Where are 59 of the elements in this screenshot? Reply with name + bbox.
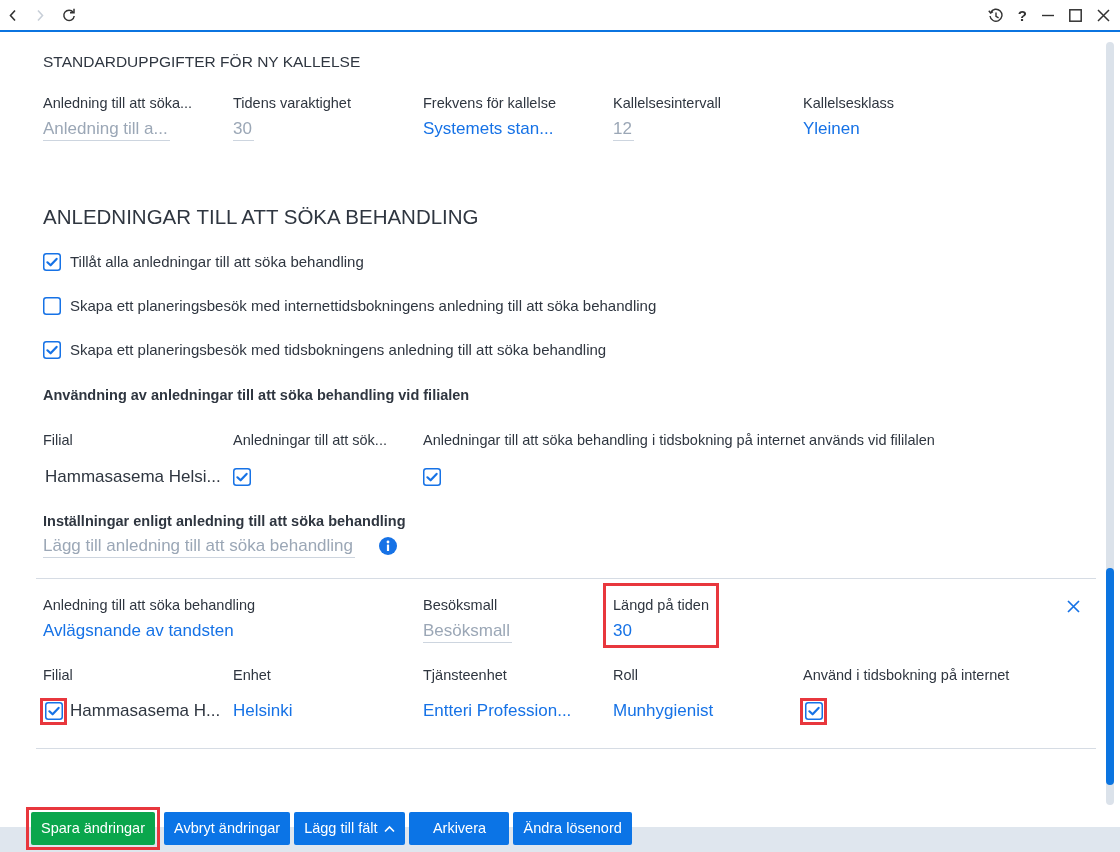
subsection-title: Inställningar enligt anledning till att söka behandling — [43, 512, 407, 531]
chevron-up-icon — [384, 824, 396, 833]
column-header: Tjänsteenhet — [423, 666, 508, 685]
input-field[interactable]: Besöksmall — [423, 619, 512, 643]
history-icon[interactable] — [987, 7, 1003, 23]
input-field[interactable]: 30 — [233, 117, 254, 141]
field-value[interactable]: Systemets stan... — [423, 117, 554, 141]
field-label: Besöksmall — [423, 596, 499, 615]
table-cell-text: Hammasasema H... — [70, 700, 221, 723]
action-button[interactable]: Lägg till fält — [294, 812, 406, 845]
field-label: Anledning till att söka behandling — [43, 596, 256, 615]
table-cell-text: Hammasasema Helsi... — [44, 467, 221, 487]
maximize-icon[interactable] — [1069, 8, 1082, 22]
table-link[interactable]: Helsinki — [233, 701, 293, 721]
back-icon[interactable] — [8, 8, 18, 22]
field-label: Frekvens för kallelse — [423, 94, 557, 113]
action-button[interactable]: Ändra lösenord — [513, 812, 632, 845]
checkbox[interactable] — [804, 702, 823, 720]
column-header: Filial — [43, 431, 74, 450]
field-label: Anledning till att söka... — [43, 94, 194, 113]
checkbox[interactable] — [44, 702, 63, 720]
field-label: Längd på tiden — [613, 596, 709, 615]
column-header: Anledningar till att söka behandling i tidsbokning på internet används vid fililalen — [423, 431, 936, 450]
section-title: ANLEDNINGAR TILL ATT SÖKA BEHANDLING — [43, 204, 480, 230]
checkbox[interactable] — [43, 341, 61, 359]
field-label: Kallelsesintervall — [613, 94, 722, 113]
action-button[interactable]: Arkivera — [409, 812, 510, 845]
scrollbar-thumb[interactable] — [1106, 568, 1114, 785]
checkbox-label: Skapa ett planeringsbesök med tidsbokningens anledning till att söka behandling — [70, 339, 607, 360]
checkbox-label: Tillåt alla anledningar till att söka behandling — [70, 251, 364, 272]
subsection-title: Användning av anledningar till att söka behandling vid filialen — [43, 386, 471, 405]
column-header: Använd i tidsbokning på internet — [803, 666, 1011, 685]
info-icon[interactable] — [379, 537, 397, 555]
column-header: Roll — [613, 666, 639, 685]
table-link[interactable]: Entteri Profession... — [423, 701, 572, 721]
section-title: STANDARDUPPGIFTER FÖR NY KALLELSE — [43, 52, 362, 72]
help-button[interactable]: ? — [1017, 7, 1027, 23]
checkbox[interactable] — [43, 297, 61, 315]
field-value[interactable]: 30 — [613, 619, 632, 643]
column-header: Filial — [43, 666, 74, 685]
checkbox[interactable] — [423, 468, 441, 486]
scrollbar-track[interactable] — [1106, 42, 1114, 805]
input-field[interactable]: Anledning till a... — [43, 117, 170, 141]
refresh-icon[interactable] — [62, 8, 76, 22]
field-value[interactable]: Yleinen — [803, 117, 860, 141]
column-header: Anledningar till att sök... — [233, 431, 388, 450]
field-label: Kallelsesklass — [803, 94, 896, 113]
column-header: Enhet — [233, 666, 272, 685]
input-field[interactable]: 12 — [613, 117, 634, 141]
table-link[interactable]: Munhygienist — [613, 701, 714, 721]
field-label: Tidens varaktighet — [233, 94, 352, 113]
action-button[interactable]: Spara ändringar — [31, 812, 155, 845]
checkbox[interactable] — [233, 468, 251, 486]
input-field[interactable]: Lägg till anledning till att söka behandling — [43, 534, 355, 558]
close-icon[interactable] — [1097, 8, 1110, 22]
checkbox-label: Skapa ett planeringsbesök med internettidsbokningens anledning till att söka behandling — [70, 295, 657, 316]
checkbox[interactable] — [43, 253, 61, 271]
field-value[interactable]: Avlägsnande av tandsten — [43, 619, 234, 643]
action-button[interactable]: Avbryt ändringar — [164, 812, 291, 845]
